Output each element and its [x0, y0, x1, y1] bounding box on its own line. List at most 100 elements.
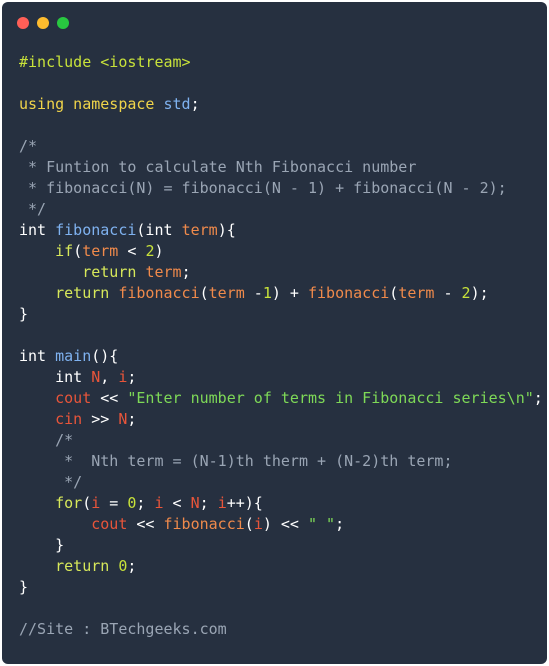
code-token-ctrl: return	[55, 284, 119, 302]
code-line: cin >> N;	[19, 409, 543, 430]
code-token-keyword: int	[55, 368, 92, 386]
maximize-dot[interactable]	[57, 17, 69, 29]
code-token-func2: fibonacci	[118, 284, 200, 302]
code-token-punct: (	[199, 284, 209, 302]
code-token-var: i	[154, 494, 164, 512]
close-dot[interactable]	[17, 17, 29, 29]
code-token-number: 2	[461, 284, 471, 302]
code-line: }	[19, 304, 543, 325]
code-token-punct: -	[434, 284, 462, 302]
code-token-func: fibonacci	[55, 221, 137, 239]
code-token-punct: <<	[91, 389, 128, 407]
code-line: cout << fibonacci(i) << " ";	[19, 514, 543, 535]
code-line: //Site : BTechgeeks.com	[19, 619, 543, 640]
code-line: */	[19, 199, 543, 220]
code-token-using: using namespace	[19, 95, 155, 113]
code-window: #include <iostream> using namespace std;…	[2, 2, 547, 664]
code-token-std: std	[163, 95, 191, 113]
code-line: * fibonacci(N) = fibonacci(N - 1) + fibo…	[19, 178, 543, 199]
code-line: if(term < 2)	[19, 241, 543, 262]
code-token-punct: -	[244, 284, 263, 302]
code-token-ctrl: return	[82, 263, 146, 281]
code-token-punct: ;	[181, 263, 191, 281]
code-token-var: cout	[55, 389, 92, 407]
window-controls	[17, 17, 69, 29]
code-token-punct: <<	[127, 515, 164, 533]
code-token-punct: (int	[136, 221, 182, 239]
code-token-punct: (){	[91, 347, 119, 365]
code-line: cout << "Enter number of terms in Fibona…	[19, 388, 543, 409]
code-token-string: " "	[308, 515, 336, 533]
code-token-param: term	[82, 242, 119, 260]
code-token-punct: (	[244, 515, 254, 533]
code-token-punct: ){	[217, 221, 236, 239]
code-line: * Funtion to calculate Nth Fibonacci num…	[19, 157, 543, 178]
code-token-ctrl: return	[55, 557, 119, 575]
code-token-punct: ;	[199, 494, 218, 512]
code-token-punct: ++){	[226, 494, 263, 512]
code-token-punct: }	[19, 305, 29, 323]
code-token-param: term	[208, 284, 245, 302]
code-token-punct: (	[389, 284, 399, 302]
code-token-keyword: int	[19, 347, 56, 365]
code-line: int main(){	[19, 346, 543, 367]
code-token-punct: ;	[127, 410, 137, 428]
code-token-punct: ;	[533, 389, 543, 407]
code-token-punct: >>	[82, 410, 119, 428]
code-token-punct: ;	[190, 95, 200, 113]
code-token-comment: * Nth term = (N-1)th therm + (N-2)th ter…	[19, 452, 453, 470]
code-line: }	[19, 535, 543, 556]
code-token-keyword: int	[19, 221, 56, 239]
code-block: #include <iostream> using namespace std;…	[19, 52, 543, 640]
code-token-var: N	[91, 368, 101, 386]
code-token-punct: ) <<	[262, 515, 308, 533]
code-token-comment: * Funtion to calculate Nth Fibonacci num…	[19, 158, 417, 176]
code-token-var: i	[253, 515, 263, 533]
code-token-punct: }	[19, 578, 29, 596]
code-token-param: term	[181, 221, 218, 239]
code-token-comment: */	[19, 200, 47, 218]
code-token-var: i	[217, 494, 227, 512]
code-token-punct: (	[82, 494, 92, 512]
code-token-var: cin	[55, 410, 83, 428]
code-line: return fibonacci(term -1) + fibonacci(te…	[19, 283, 543, 304]
code-token-comment: /*	[19, 431, 74, 449]
minimize-dot[interactable]	[37, 17, 49, 29]
code-line: #include <iostream>	[19, 52, 543, 73]
code-token-comment: /*	[19, 137, 38, 155]
code-token-punct: <	[118, 242, 146, 260]
code-line: * Nth term = (N-1)th therm + (N-2)th ter…	[19, 451, 543, 472]
code-line: return term;	[19, 262, 543, 283]
code-line: int fibonacci(int term){	[19, 220, 543, 241]
code-token-punct: );	[470, 284, 489, 302]
code-token-number: 1	[262, 284, 272, 302]
code-token-punct: <	[163, 494, 191, 512]
code-token-func2: fibonacci	[308, 284, 390, 302]
code-token-punct: }	[19, 536, 65, 554]
code-token-punct: ;	[127, 557, 137, 575]
code-line: }	[19, 577, 543, 598]
code-token-var: i	[91, 494, 101, 512]
code-token-punct: ) +	[271, 284, 308, 302]
code-token-punct: (	[73, 242, 83, 260]
code-token-var: N	[190, 494, 200, 512]
code-token-comment: */	[19, 473, 83, 491]
code-token-punct: ,	[100, 368, 119, 386]
code-token-param: term	[145, 263, 182, 281]
code-line: */	[19, 472, 543, 493]
code-token-func: main	[55, 347, 92, 365]
code-token-param: term	[398, 284, 435, 302]
